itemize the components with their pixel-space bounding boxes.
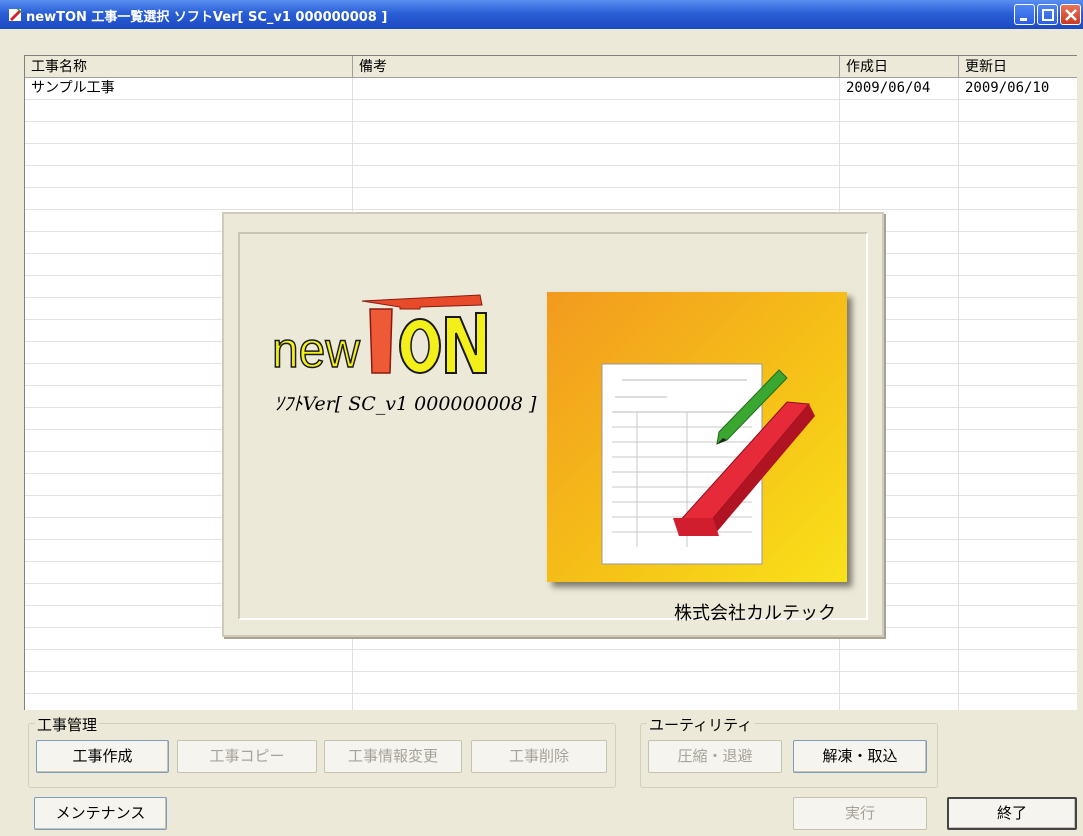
- splash-panel: new ｿﾌﾄVer[ SC_v1 000000008 ] 株式会社カルテック: [222, 212, 884, 637]
- maximize-button[interactable]: [1037, 4, 1058, 25]
- exit-button[interactable]: 終了: [947, 797, 1077, 830]
- blueprint-steel-icon: [601, 363, 815, 565]
- cell-name: サンプル工事: [31, 80, 115, 96]
- maximize-icon: [1042, 9, 1054, 21]
- column-divider: [958, 78, 959, 710]
- minimize-icon: [1020, 18, 1027, 21]
- close-button[interactable]: [1060, 4, 1081, 25]
- svg-text:new: new: [272, 322, 361, 378]
- copy-project-button[interactable]: 工事コピー: [177, 740, 317, 773]
- delete-project-button[interactable]: 工事削除: [471, 740, 607, 773]
- newton-logo: new: [271, 294, 487, 379]
- window-title: newTON 工事一覧選択 ソフトVer[ SC_v1 000000008 ]: [26, 10, 388, 25]
- company-name: 株式会社カルテック: [674, 603, 836, 624]
- app-icon: [9, 8, 22, 21]
- column-header-note[interactable]: 備考: [353, 56, 840, 78]
- table-row[interactable]: サンプル工事 2009/06/04 2009/06/10: [25, 78, 1077, 100]
- minimize-button[interactable]: [1014, 4, 1035, 25]
- decompress-import-button[interactable]: 解凍・取込: [793, 740, 927, 773]
- column-header-name[interactable]: 工事名称: [25, 56, 353, 78]
- splash-frame: new ｿﾌﾄVer[ SC_v1 000000008 ] 株式会社カルテック: [238, 232, 868, 624]
- compress-backup-button[interactable]: 圧縮・退避: [648, 740, 782, 773]
- execute-button[interactable]: 実行: [793, 797, 927, 830]
- utility-group-label: ユーティリティ: [647, 714, 755, 735]
- edit-project-info-button[interactable]: 工事情報変更: [324, 740, 462, 773]
- product-graphic: [547, 292, 847, 582]
- column-header-created[interactable]: 作成日: [840, 56, 959, 78]
- cell-updated: 2009/06/10: [965, 80, 1050, 96]
- project-group-label: 工事管理: [35, 714, 100, 735]
- column-header-updated[interactable]: 更新日: [959, 56, 1077, 78]
- create-project-button[interactable]: 工事作成: [36, 740, 169, 773]
- cell-created: 2009/06/04: [846, 80, 931, 96]
- close-icon: [1065, 9, 1077, 21]
- list-header: 工事名称 備考 作成日 更新日: [25, 56, 1077, 78]
- version-label: ｿﾌﾄVer[ SC_v1 000000008 ]: [274, 393, 537, 415]
- title-bar[interactable]: newTON 工事一覧選択 ソフトVer[ SC_v1 000000008 ]: [0, 0, 1083, 29]
- maintenance-button[interactable]: メンテナンス: [34, 797, 167, 830]
- main-window: newTON 工事一覧選択 ソフトVer[ SC_v1 000000008 ] …: [0, 0, 1083, 836]
